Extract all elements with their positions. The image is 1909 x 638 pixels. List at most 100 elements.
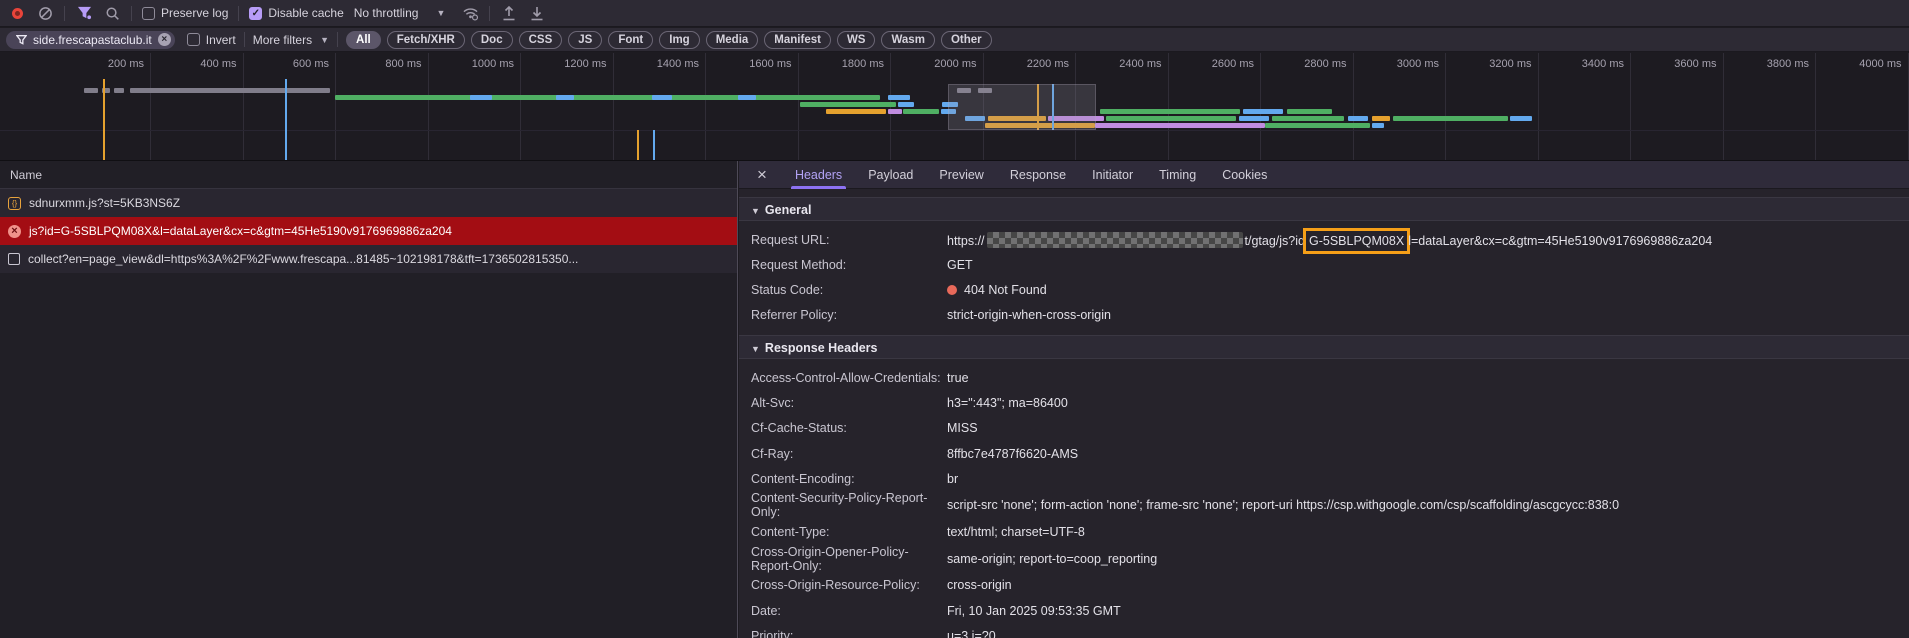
- devtools-network-panel: Preserve log ✓ Disable cache No throttli…: [0, 0, 1909, 638]
- filter-type-other[interactable]: Other: [940, 30, 992, 49]
- toolbar-divider: [64, 5, 65, 21]
- tab-preview[interactable]: Preview: [939, 161, 983, 189]
- response-headers-section-header[interactable]: ▼ Response Headers: [739, 335, 1909, 359]
- import-har-icon[interactable]: [528, 4, 546, 22]
- filter-icon[interactable]: [75, 4, 93, 22]
- filter-type-media[interactable]: Media: [705, 30, 759, 49]
- waterfall-bar: [800, 102, 896, 107]
- name-column-header[interactable]: Name: [0, 161, 737, 189]
- request-row[interactable]: × js?id=G-5SBLPQM08X&l=dataLayer&cx=c&gtm…: [0, 217, 737, 245]
- export-har-icon[interactable]: [500, 4, 518, 22]
- chevron-down-icon: ▼: [436, 8, 446, 18]
- filter-type-all[interactable]: All: [346, 30, 381, 49]
- tab-initiator[interactable]: Initiator: [1092, 161, 1133, 189]
- network-overview[interactable]: 200 ms 400 ms 600 ms 800 ms 1000 ms 1200 ms 14…: [0, 53, 1909, 161]
- toolbar-divider: [489, 5, 491, 21]
- waterfall-bar: [1100, 109, 1240, 114]
- tab-response[interactable]: Response: [1010, 161, 1066, 189]
- tab-timing[interactable]: Timing: [1159, 161, 1196, 189]
- time-tick-label: 3000 ms: [1396, 58, 1439, 70]
- header-name: Content-Type:: [751, 525, 830, 540]
- time-gridline: [1445, 53, 1446, 160]
- time-tick-label: 1800 ms: [841, 58, 884, 70]
- waterfall-bar: [556, 95, 574, 100]
- time-tick-label: 1000 ms: [471, 58, 514, 70]
- header-name: Date:: [751, 603, 781, 618]
- preserve-log-checkbox[interactable]: [142, 6, 155, 20]
- disable-cache-toggle[interactable]: ✓ Disable cache: [249, 6, 344, 20]
- preserve-log-toggle[interactable]: Preserve log: [142, 6, 228, 20]
- time-gridline: [612, 53, 614, 160]
- time-tick-label: 2000 ms: [934, 58, 977, 70]
- close-icon[interactable]: ×: [757, 166, 767, 183]
- invert-toggle[interactable]: Invert: [186, 33, 236, 47]
- header-value: true: [947, 370, 969, 385]
- record-dot: [11, 7, 23, 19]
- time-gridline: [797, 53, 799, 160]
- time-gridline: [890, 53, 891, 160]
- request-rows: {} sdnurxmm.js?st=5KB3NS6Z × js?id=G-5SBLPQ…: [0, 189, 737, 273]
- waterfall-bar: [1348, 116, 1368, 121]
- filter-type-fetch-xhr[interactable]: Fetch/XHR: [386, 30, 465, 49]
- load-marker: [653, 130, 655, 160]
- response-header-row: Cross-Origin-Opener-Policy-Report-Only: s…: [751, 545, 1909, 573]
- record-icon[interactable]: [8, 4, 26, 22]
- time-gridline: [335, 53, 336, 160]
- invert-checkbox[interactable]: [186, 33, 200, 46]
- filter-type-js[interactable]: JS: [568, 30, 603, 49]
- domcontentloaded-marker: [103, 79, 105, 160]
- general-section-header[interactable]: ▼ General: [739, 197, 1909, 221]
- time-tick-label: 3200 ms: [1489, 58, 1532, 70]
- header-value: cross-origin: [947, 578, 1012, 593]
- general-section-title: General: [764, 203, 812, 217]
- header-value: same-origin; report-to=coop_reporting: [947, 551, 1158, 566]
- requests-table: Name {} sdnurxmm.js?st=5KB3NS6Z × js?id=G-5…: [0, 161, 738, 638]
- waterfall-bar: [1106, 116, 1236, 121]
- waterfall-bar: [1393, 116, 1508, 121]
- throttling-value: No throttling: [353, 6, 419, 20]
- filter-type-css[interactable]: CSS: [518, 30, 563, 49]
- time-tick-label: 400 ms: [200, 58, 237, 70]
- filter-type-manifest[interactable]: Manifest: [764, 30, 831, 49]
- waterfall-bar: [130, 88, 330, 93]
- disable-cache-checkbox[interactable]: ✓: [249, 6, 263, 20]
- clear-icon[interactable]: [36, 4, 54, 22]
- tab-cookies[interactable]: Cookies: [1222, 161, 1267, 189]
- waterfall-bar: [114, 88, 124, 93]
- tab-payload[interactable]: Payload: [868, 161, 913, 189]
- filter-type-wasm[interactable]: Wasm: [881, 30, 935, 49]
- header-name: Referrer Policy:: [751, 307, 838, 322]
- tab-headers[interactable]: Headers: [790, 161, 847, 189]
- request-name: js?id=G-5SBLPQM08X&l=dataLayer&cx=c&gtm=…: [29, 224, 452, 238]
- filter-type-img[interactable]: Img: [659, 30, 700, 49]
- waterfall-bar: [1272, 116, 1344, 121]
- clear-filter-icon[interactable]: ×: [157, 33, 171, 46]
- time-tick-label: 200 ms: [107, 58, 144, 70]
- time-tick-label: 1600 ms: [749, 58, 792, 70]
- domcontentloaded-marker: [637, 130, 639, 160]
- time-tick-label: 2800 ms: [1304, 58, 1347, 70]
- more-filters-button[interactable]: More filters ▼: [253, 33, 329, 47]
- time-gridline: [1815, 53, 1816, 160]
- response-headers-section-title: Response Headers: [764, 341, 878, 355]
- script-icon: {}: [8, 196, 21, 210]
- filter-type-font[interactable]: Font: [608, 30, 654, 49]
- filter-type-ws[interactable]: WS: [836, 30, 876, 49]
- waterfall-bar: [1372, 123, 1384, 128]
- filter-type-doc[interactable]: Doc: [470, 30, 513, 49]
- waterfall-bar: [898, 102, 914, 107]
- search-icon[interactable]: [103, 4, 121, 22]
- network-conditions-icon[interactable]: [461, 4, 479, 22]
- time-tick-label: 1400 ms: [656, 58, 699, 70]
- waterfall-bar: [1372, 116, 1390, 121]
- overview-selection-region[interactable]: [948, 84, 1096, 130]
- response-header-rows: Access-Control-Allow-Credentials: true Alt…: [739, 359, 1909, 638]
- request-row[interactable]: {} sdnurxmm.js?st=5KB3NS6Z: [0, 189, 737, 217]
- throttling-select[interactable]: No throttling ▼: [354, 6, 446, 20]
- header-value: 8ffbc7e4787f6620-AMS: [947, 446, 1079, 461]
- network-toolbar: Preserve log ✓ Disable cache No throttli…: [0, 0, 1909, 27]
- chevron-down-icon: ▼: [320, 34, 330, 45]
- request-row[interactable]: collect?en=page_view&dl=https%3A%2F%2Fww…: [0, 245, 737, 273]
- waterfall-bar: [888, 95, 910, 100]
- filter-input[interactable]: side.frescapastaclub.it ×: [6, 30, 175, 49]
